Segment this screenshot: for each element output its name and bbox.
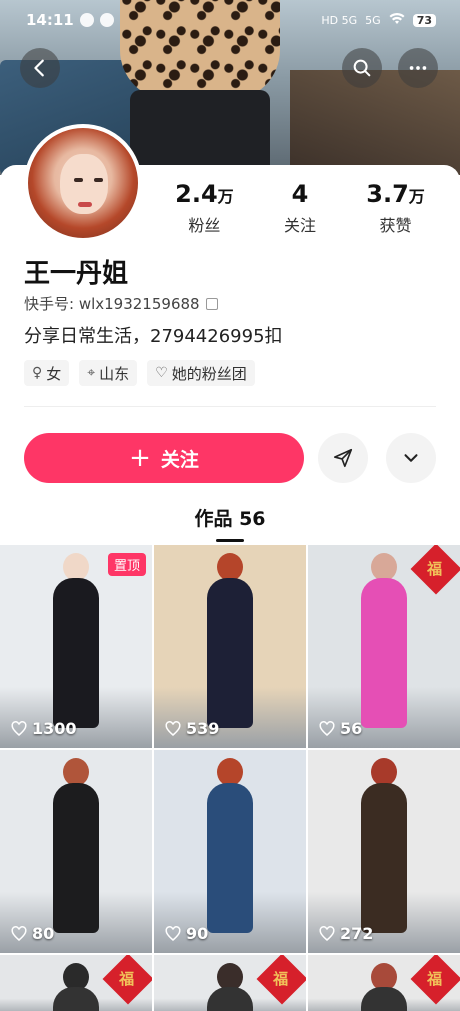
tag-gender: ♀ 女: [24, 360, 70, 386]
search-icon: [353, 59, 371, 77]
network-icon-secondary: 5G: [365, 13, 381, 27]
like-count: 56: [318, 719, 362, 738]
thumbnail-figure: [207, 783, 253, 933]
back-button[interactable]: [20, 48, 60, 88]
user-id[interactable]: 快手号: wlx1932159688: [24, 293, 218, 314]
video-thumbnail[interactable]: 80: [0, 750, 152, 953]
message-icon: [99, 13, 114, 27]
more-button[interactable]: [398, 48, 438, 88]
heart-icon: [319, 925, 335, 941]
video-thumbnail[interactable]: 福: [0, 955, 152, 1011]
more-horizontal-icon: [409, 66, 427, 70]
thumbnail-figure-head: [371, 758, 397, 786]
send-icon: [333, 448, 353, 468]
video-thumbnail[interactable]: 福: [308, 955, 460, 1011]
user-id-text: 快手号: wlx1932159688: [24, 295, 200, 313]
search-button[interactable]: [342, 48, 382, 88]
wifi-icon: [389, 12, 405, 28]
profile-bio: 分享日常生活，2794426995扣: [24, 326, 283, 347]
fu-decoration-icon: 福: [410, 955, 460, 1005]
expand-button[interactable]: [386, 433, 436, 483]
like-count: 1300: [10, 719, 77, 738]
thumbnail-figure-head: [217, 758, 243, 786]
video-thumbnail[interactable]: 福 56: [308, 545, 460, 748]
stat-following-label: 关注: [283, 216, 316, 235]
notification-icon: [79, 13, 94, 27]
divider: [24, 406, 436, 407]
tab-works[interactable]: 作品 56: [0, 504, 460, 531]
chevron-left-icon: [34, 59, 44, 77]
thumbnail-figure: [361, 987, 407, 1011]
fu-decoration-icon: 福: [410, 545, 460, 595]
tag-fan-club[interactable]: ♡ 她的粉丝团: [147, 360, 255, 386]
thumbnail-figure-head: [217, 553, 243, 581]
follow-button[interactable]: + 关注: [24, 433, 304, 483]
location-icon: ⌖: [87, 365, 96, 381]
share-button[interactable]: [318, 433, 368, 483]
tag-location: ⌖ 山东: [79, 360, 138, 386]
video-thumbnail[interactable]: 福: [154, 955, 306, 1011]
heart-icon: [11, 925, 27, 941]
fu-decoration-icon: 福: [102, 955, 152, 1005]
network-icon: HD 5G: [321, 13, 358, 27]
thumbnail-figure: [53, 578, 99, 728]
video-thumbnail[interactable]: 272: [308, 750, 460, 953]
thumbnail-figure: [207, 578, 253, 728]
video-thumbnail[interactable]: 90: [154, 750, 306, 953]
thumbnail-figure: [207, 987, 253, 1011]
thumbnail-figure: [53, 783, 99, 933]
avatar[interactable]: [24, 124, 142, 242]
stat-fans[interactable]: 2.4万 粉丝: [175, 180, 234, 236]
status-bar: 14:11 HD 5G 5G 73: [0, 0, 460, 40]
thumbnail-figure-head: [63, 553, 89, 581]
profile-stats: 2.4万 粉丝 4 关注 3.7万 获赞: [150, 180, 450, 236]
thumbnail-figure: [361, 783, 407, 933]
thumbnail-figure: [53, 987, 99, 1011]
thumbnail-figure: [361, 578, 407, 728]
battery-icon: 73: [412, 13, 436, 27]
like-count: 90: [164, 924, 208, 943]
heart-icon: [319, 720, 335, 736]
profile-name: 王一丹姐: [24, 259, 129, 289]
video-thumbnail[interactable]: 539: [154, 545, 306, 748]
follow-label: 关注: [160, 448, 199, 471]
tab-indicator: [216, 539, 244, 542]
works-grid: 置顶 1300 539 福 56 80 90 272 福福福: [0, 545, 460, 1011]
heart-icon: [11, 720, 27, 736]
thumbnail-figure-head: [371, 553, 397, 581]
stat-fans-label: 粉丝: [188, 216, 221, 235]
stat-following[interactable]: 4 关注: [284, 180, 316, 236]
stat-likes-label: 获赞: [379, 216, 412, 235]
plus-icon: +: [129, 443, 151, 473]
like-count: 272: [318, 924, 373, 943]
like-count: 539: [164, 719, 219, 738]
fu-decoration-icon: 福: [256, 955, 306, 1005]
heart-icon: [165, 720, 181, 736]
profile-tags: ♀ 女 ⌖ 山东 ♡ 她的粉丝团: [24, 360, 255, 386]
heart-icon: [165, 925, 181, 941]
chevron-down-icon: [404, 454, 418, 462]
background-figure-bottom: [130, 90, 270, 175]
thumbnail-figure-head: [63, 758, 89, 786]
copy-icon[interactable]: [205, 297, 218, 310]
stat-likes[interactable]: 3.7万 获赞: [366, 180, 425, 236]
video-thumbnail[interactable]: 置顶 1300: [0, 545, 152, 748]
like-count: 80: [10, 924, 54, 943]
status-time: 14:11: [26, 11, 74, 29]
background-furniture: [290, 70, 460, 175]
fan-club-icon: ♡: [155, 365, 168, 381]
female-icon: ♀: [32, 365, 43, 381]
pinned-badge: 置顶: [107, 553, 146, 576]
